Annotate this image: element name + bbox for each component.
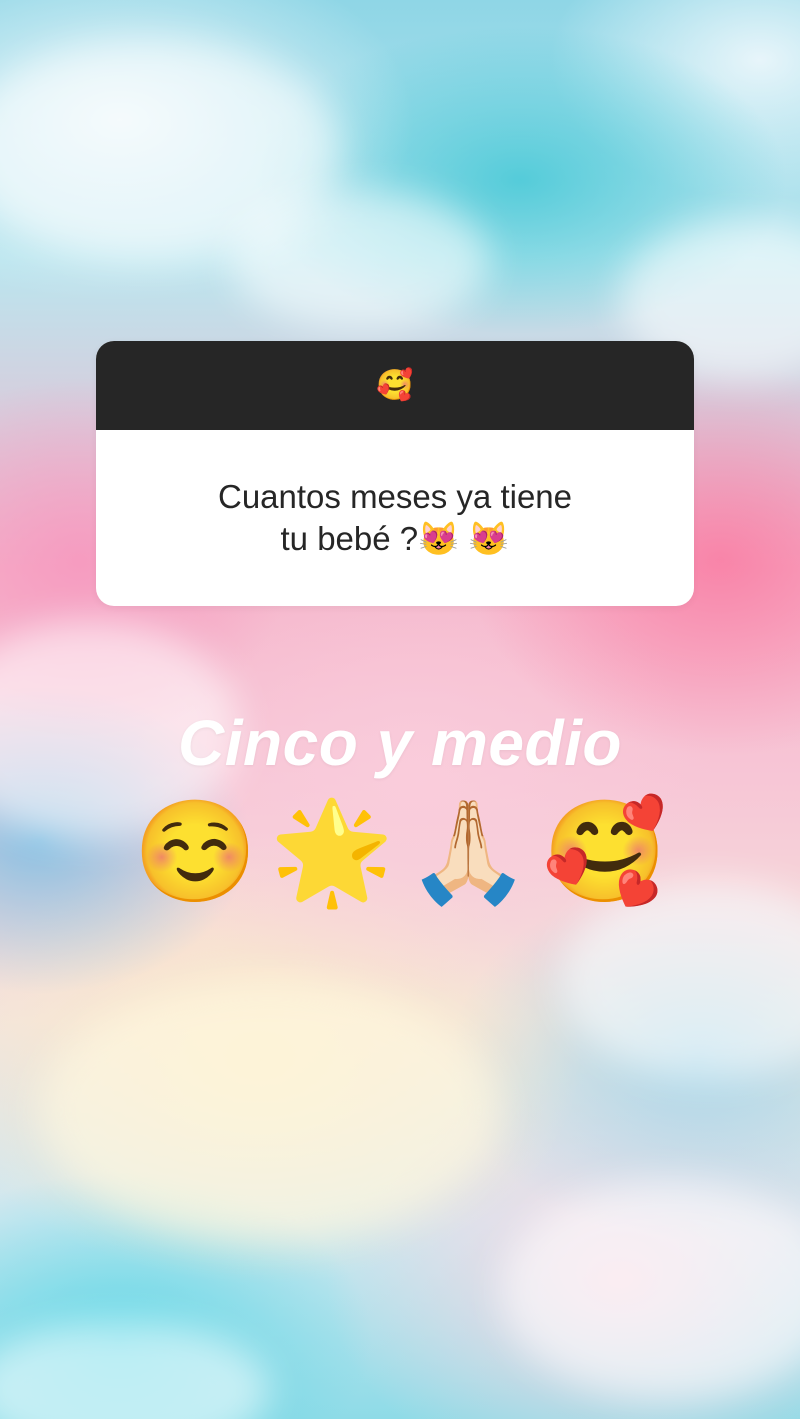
cloud <box>40 980 500 1240</box>
cloud <box>0 1320 270 1419</box>
question-line-2: tu bebé ?😻 😻 <box>280 520 510 557</box>
smiling-face-icon: ☺️ <box>132 793 258 910</box>
cloud <box>230 190 490 330</box>
answer-text: Cinco y medio <box>178 707 622 779</box>
question-line-1: Cuantos meses ya tiene <box>217 478 573 515</box>
folded-hands-icon: 🙏🏻 <box>406 793 531 910</box>
smiling-face-with-hearts-icon: 🥰 <box>376 367 414 403</box>
question-sticker-body: Cuantos meses ya tiene tu bebé ?😻 😻 <box>96 430 694 606</box>
cloud <box>500 1180 800 1400</box>
question-sticker[interactable]: 🥰 Cuantos meses ya tiene tu bebé ?😻 😻 <box>96 341 694 606</box>
smiling-face-with-hearts-icon: 🥰 <box>542 793 668 910</box>
question-text: Cuantos meses ya tiene tu bebé ?😻 😻 <box>165 476 625 560</box>
question-sticker-header: 🥰 <box>96 341 694 430</box>
answer-emoji-row: ☺️ 🌟 🙏🏻 🥰 <box>0 792 800 912</box>
glowing-star-icon: 🌟 <box>269 793 394 910</box>
